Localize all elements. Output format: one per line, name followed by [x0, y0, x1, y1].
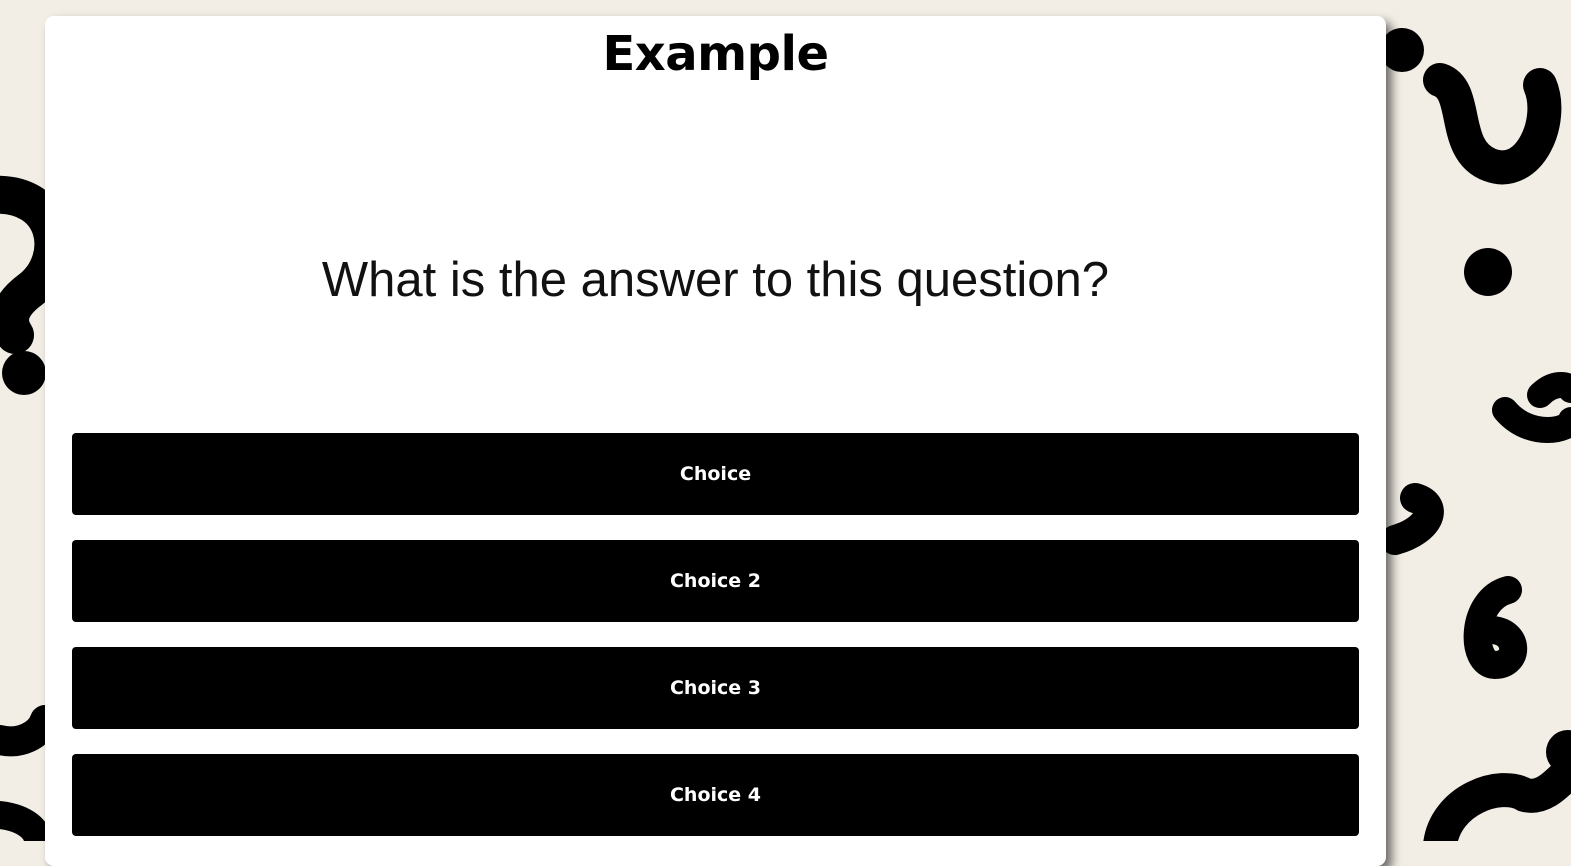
question-mark-doodle-icon	[1463, 576, 1528, 680]
swirl-doodle-icon	[0, 801, 52, 841]
dot-doodle-icon	[2, 351, 46, 395]
dot-doodle-icon	[1464, 248, 1512, 296]
question-mark-doodle-icon	[1423, 63, 1562, 185]
swirl-doodle-icon	[1492, 372, 1571, 443]
quiz-title: Example	[602, 26, 829, 82]
choice-button-2[interactable]: Choice 2	[72, 540, 1359, 622]
question-text: What is the answer to this question?	[321, 253, 1110, 307]
choice-button-4[interactable]: Choice 4	[72, 754, 1359, 836]
choice-list: Choice Choice 2 Choice 3 Choice 4	[72, 433, 1359, 861]
swirl-doodle-icon	[1380, 483, 1444, 555]
swirl-doodle-icon	[0, 705, 60, 757]
quiz-card: Example What is the answer to this quest…	[45, 16, 1386, 866]
dot-doodle-icon	[1380, 28, 1424, 72]
question-mark-doodle-icon	[1423, 753, 1571, 841]
choice-button-1[interactable]: Choice	[72, 433, 1359, 515]
choice-button-3[interactable]: Choice 3	[72, 647, 1359, 729]
